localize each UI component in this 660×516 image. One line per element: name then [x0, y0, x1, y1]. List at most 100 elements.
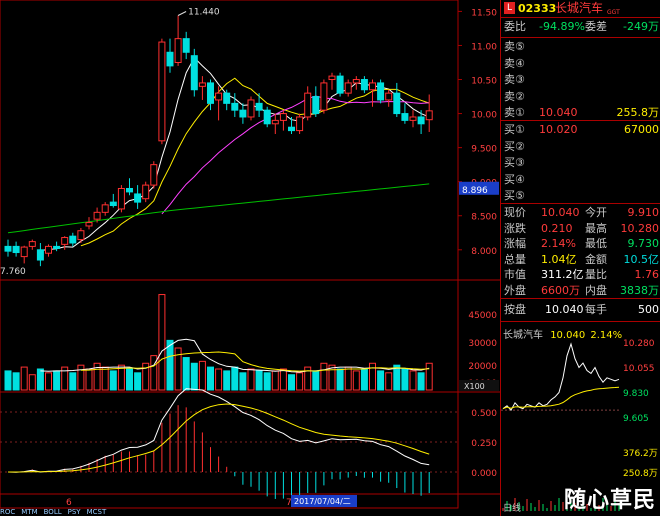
- volume-bar: [377, 370, 385, 391]
- ask-row: 卖⑤: [504, 40, 525, 53]
- candle-body: [215, 92, 223, 101]
- volume-bar: [312, 370, 320, 391]
- high-pointer: [177, 11, 187, 16]
- indicator-tabs: ROC MTM BOLL PSY MCST: [0, 508, 150, 516]
- volume-bar: [45, 372, 52, 391]
- volume-bar: [425, 362, 433, 391]
- candle-body: [312, 96, 320, 115]
- ask-row: 卖③: [504, 73, 525, 86]
- candle-body: [304, 92, 312, 118]
- volume-bar: [109, 370, 117, 391]
- volume-bar: [344, 366, 352, 391]
- volume-bar: [126, 368, 133, 391]
- tab-roc[interactable]: ROC: [0, 508, 15, 516]
- bid-row: 买④: [504, 172, 525, 186]
- candle-body: [174, 38, 182, 63]
- candle-body: [190, 55, 198, 91]
- candle-body: [69, 235, 77, 244]
- volume-bar: [360, 368, 368, 391]
- vol-tick-label: 20000: [468, 362, 497, 372]
- kline-chart[interactable]: 11.5011.0010.5010.009.5009.0008.5008.000…: [0, 0, 500, 516]
- candle-body: [255, 102, 263, 111]
- candle-body: [288, 126, 295, 132]
- candle-body: [401, 113, 409, 121]
- candle-body: [360, 79, 368, 91]
- volume-bar: [12, 372, 20, 391]
- stock-code: 02333: [518, 2, 557, 15]
- vol-ma10-line: [80, 351, 430, 372]
- candle-body: [207, 82, 214, 104]
- candle-body: [158, 41, 166, 142]
- volume-bar: [279, 368, 287, 391]
- current-price-label: 8.896: [462, 186, 488, 196]
- bid-row: 买① 10.020 67000: [504, 123, 659, 136]
- volume-bar: [320, 362, 328, 391]
- volume-bar: [231, 366, 239, 391]
- volume-bar: [69, 372, 77, 391]
- candle-body: [239, 109, 247, 118]
- candle-body: [369, 82, 376, 91]
- candle-body: [328, 75, 336, 81]
- candle-body: [28, 241, 36, 247]
- candle-body: [271, 119, 279, 125]
- mini-price-line: [502, 342, 620, 412]
- tab-mcst[interactable]: MCST: [87, 508, 107, 516]
- candle-body: [117, 187, 125, 210]
- volume-bar: [101, 366, 109, 391]
- candle-body: [279, 113, 287, 121]
- price-tick-label: 11.50: [471, 8, 497, 18]
- mini-axis-label: 9.830: [623, 389, 649, 399]
- volume-bar: [134, 372, 142, 391]
- candle-body: [344, 82, 352, 94]
- candle-body: [296, 116, 304, 132]
- candle-body: [134, 193, 142, 203]
- volume-bar: [53, 370, 61, 391]
- candle-body: [45, 245, 52, 254]
- volume-bar: [271, 370, 279, 391]
- ma10-line: [80, 77, 430, 247]
- volume-bar: [28, 374, 36, 391]
- candle-body: [166, 51, 174, 67]
- bid-row: 买②: [504, 139, 525, 153]
- mini-axis-label: 9.605: [623, 414, 649, 424]
- price-tick-label: 11.00: [471, 42, 497, 52]
- mini-avg-line: [502, 386, 620, 410]
- volume-bar: [369, 362, 376, 391]
- candle-body: [182, 38, 190, 53]
- month-label: 6: [66, 498, 72, 508]
- tab-boll[interactable]: BOLL: [44, 508, 62, 516]
- mini-axis-label: 376.2万: [623, 449, 658, 459]
- candle-body: [4, 245, 12, 252]
- candle-body: [352, 79, 360, 84]
- badge: L: [504, 2, 515, 14]
- mini-axis-label: 250.8万: [623, 469, 658, 479]
- candle-body: [385, 92, 393, 101]
- volume-bar: [247, 368, 255, 391]
- candle-body: [247, 99, 255, 118]
- vol-tick-label: 45000: [468, 311, 497, 321]
- volume-bar: [4, 370, 12, 391]
- candle-body: [417, 116, 425, 125]
- tab-psy[interactable]: PSY: [68, 508, 81, 516]
- candle-body: [377, 82, 385, 101]
- volume-bar: [401, 368, 409, 391]
- macd-tick-label: 0.000: [471, 469, 497, 479]
- volume-bar: [158, 294, 166, 391]
- tab-mtm[interactable]: MTM: [21, 508, 37, 516]
- candle-body: [61, 237, 69, 245]
- chart-frame: [0, 0, 459, 509]
- candle-body: [36, 249, 44, 261]
- vol-unit-label: X100: [464, 382, 485, 391]
- price-tick-label: 10.50: [471, 77, 497, 87]
- anpan-row: 按盘 10.040 每手 500: [504, 303, 659, 316]
- bid-row: 买③: [504, 156, 525, 169]
- macd-tick-label: 0.500: [471, 409, 497, 419]
- volume-bar: [190, 362, 198, 391]
- candle-body: [425, 110, 433, 121]
- candle-body: [101, 204, 109, 213]
- candle-body: [223, 92, 231, 104]
- candle-body: [263, 109, 271, 125]
- candle-body: [12, 245, 20, 254]
- volume-bar: [182, 357, 190, 391]
- candle-body: [320, 82, 328, 111]
